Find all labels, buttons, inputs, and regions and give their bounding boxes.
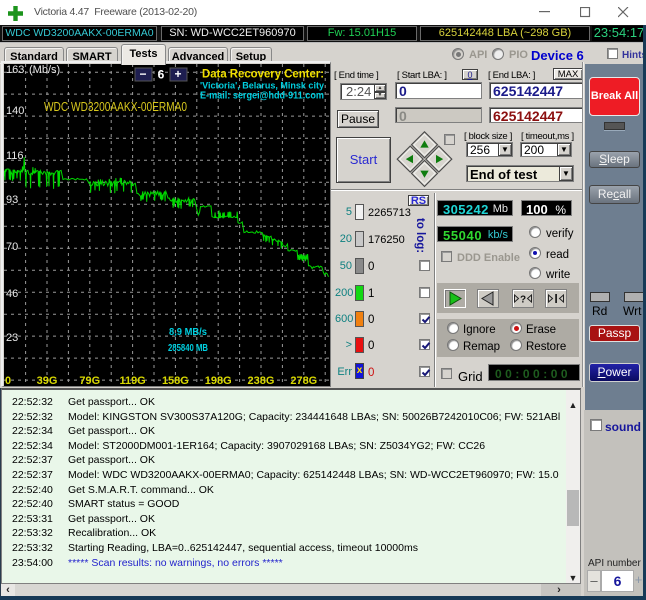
svg-text:+: + [174,67,181,81]
svg-text:116: 116 [6,150,24,162]
svg-text:198G: 198G [205,375,232,386]
svg-text:8,9 MB/s: 8,9 MB/s [169,326,207,338]
svg-text:278G: 278G [290,375,317,386]
svg-text:140: 140 [6,105,24,117]
svg-text:119G: 119G [119,375,145,386]
svg-text:39G: 39G [37,375,58,386]
svg-text:(Mb/s): (Mb/s) [29,64,60,76]
svg-text:E-mail: sergei@hdd-911.com: E-mail: sergei@hdd-911.com [200,91,324,102]
svg-text:93: 93 [6,194,18,206]
svg-text:0: 0 [5,375,11,386]
svg-text:?: ? [520,295,526,306]
svg-text:238G: 238G [248,375,275,386]
svg-text:Data Recovery Center:: Data Recovery Center: [202,67,324,81]
svg-text:158G: 158G [162,375,189,386]
svg-text:WDC WD3200AAKX-00ERMA0: WDC WD3200AAKX-00ERMA0 [44,100,187,114]
svg-text:6: 6 [158,68,165,82]
svg-text:79G: 79G [79,375,100,386]
svg-text:46: 46 [6,288,18,300]
svg-text:163: 163 [6,64,24,76]
svg-text:70: 70 [6,241,18,253]
svg-text:23: 23 [6,332,18,344]
svg-text:−: − [139,67,146,81]
svg-text:285840 MB: 285840 MB [168,342,208,354]
